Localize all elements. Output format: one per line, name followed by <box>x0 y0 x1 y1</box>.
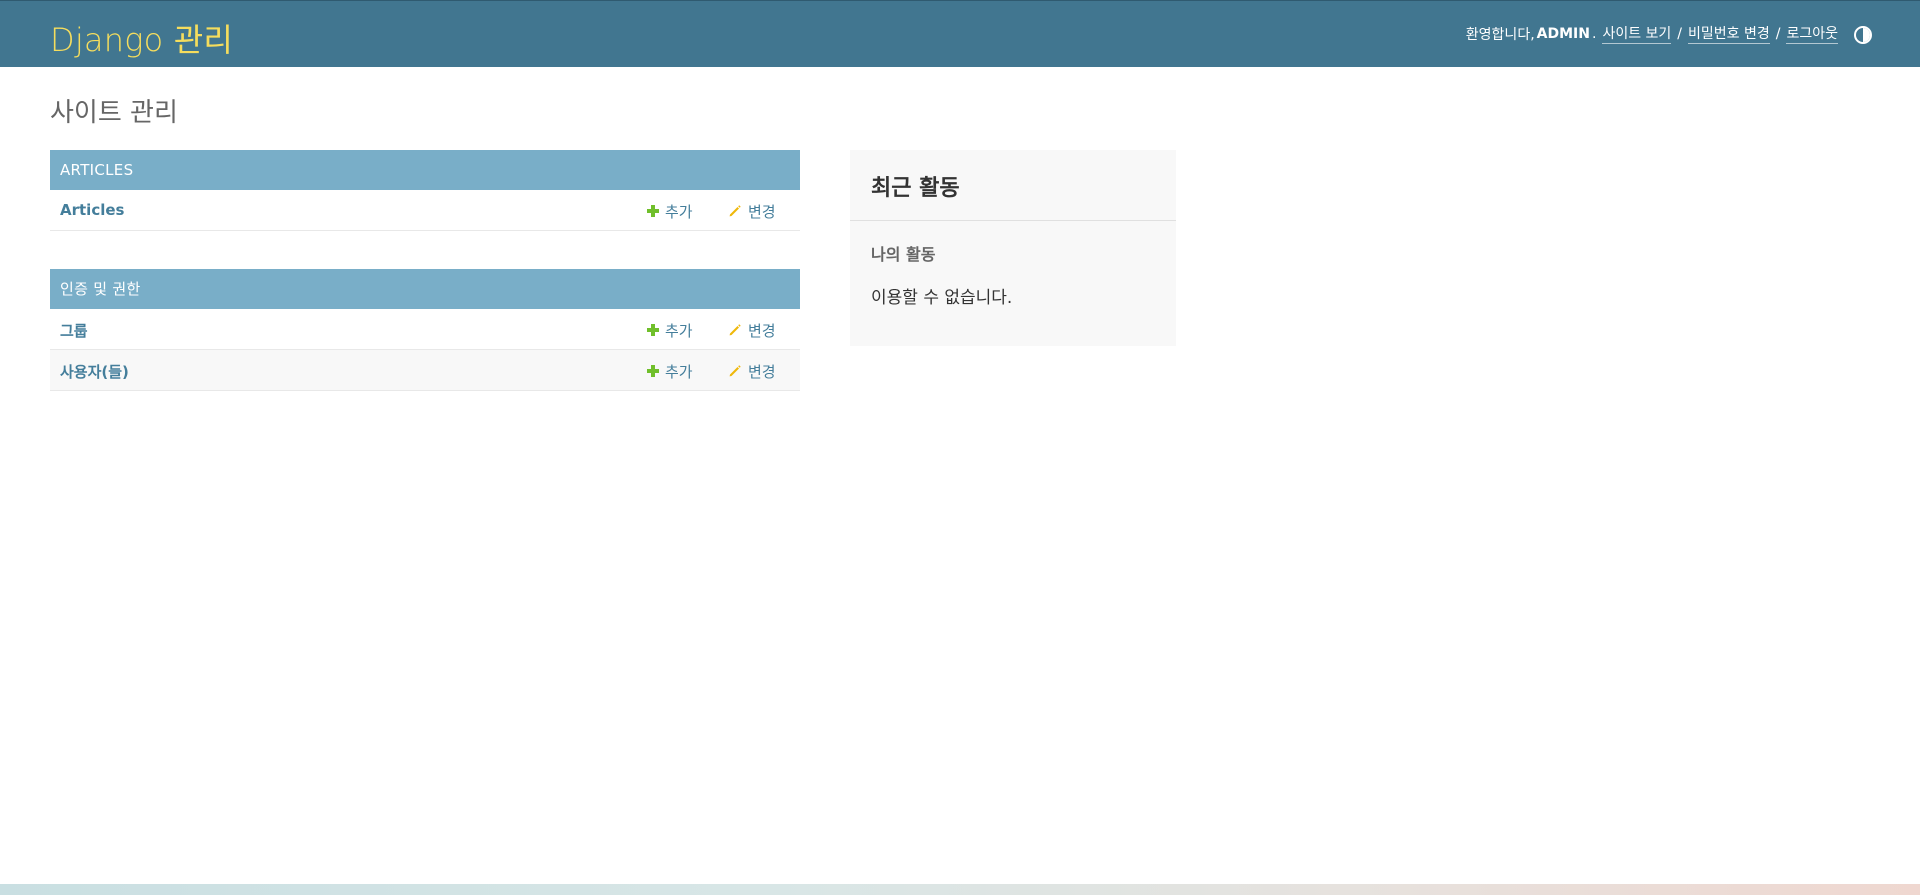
module-caption[interactable]: ARTICLES <box>50 150 800 190</box>
change-password-link[interactable]: 비밀번호 변경 <box>1688 23 1770 44</box>
site-brand[interactable]: Django 관리 <box>50 15 233 61</box>
add-link[interactable]: 추가 <box>647 320 693 341</box>
desktop-strip <box>0 884 1920 895</box>
app-module-auth: 인증 및 권한 그룹 추가 변경 사용자(들) 추가 변경 <box>50 269 800 391</box>
recent-actions-panel: 최근 활동 나의 활동 이용할 수 없습니다. <box>850 150 1176 346</box>
divider <box>850 220 1176 221</box>
model-row-users: 사용자(들) 추가 변경 <box>50 350 800 391</box>
model-link-groups[interactable]: 그룹 <box>60 320 88 341</box>
app-module-articles: ARTICLES Articles 추가 변경 <box>50 150 800 231</box>
username: ADMIN <box>1536 25 1590 42</box>
header: Django 관리 환영합니다, ADMIN . 사이트 보기 / 비밀번호 변… <box>0 0 1920 67</box>
theme-toggle-icon[interactable] <box>1854 26 1872 44</box>
add-label: 추가 <box>665 363 693 381</box>
pencil-icon <box>729 205 741 217</box>
model-link-users[interactable]: 사용자(들) <box>60 361 129 382</box>
change-label: 변경 <box>748 363 776 381</box>
plus-icon <box>647 365 659 377</box>
change-link[interactable]: 변경 <box>728 361 776 382</box>
add-link[interactable]: 추가 <box>647 361 693 382</box>
add-label: 추가 <box>665 322 693 340</box>
model-row-groups: 그룹 추가 변경 <box>50 309 800 350</box>
view-site-link[interactable]: 사이트 보기 <box>1602 23 1672 44</box>
module-caption[interactable]: 인증 및 권한 <box>50 269 800 309</box>
logout-link[interactable]: 로그아웃 <box>1786 23 1838 44</box>
pencil-icon <box>729 324 741 336</box>
separator: / <box>1677 25 1683 42</box>
recent-actions-title: 최근 활동 <box>871 176 960 201</box>
page-title: 사이트 관리 <box>50 98 178 128</box>
change-link[interactable]: 변경 <box>728 201 776 222</box>
my-actions-heading: 나의 활동 <box>871 245 936 264</box>
model-row-articles: Articles 추가 변경 <box>50 190 800 231</box>
welcome-period: . <box>1591 25 1597 42</box>
pencil-icon <box>729 365 741 377</box>
change-link[interactable]: 변경 <box>728 320 776 341</box>
welcome-text: 환영합니다, <box>1465 26 1535 43</box>
change-label: 변경 <box>748 322 776 340</box>
plus-icon <box>647 205 659 217</box>
plus-icon <box>647 324 659 336</box>
add-link[interactable]: 추가 <box>647 201 693 222</box>
model-link-articles[interactable]: Articles <box>60 201 124 219</box>
separator: / <box>1775 25 1781 42</box>
user-tools: 환영합니다, ADMIN . 사이트 보기 / 비밀번호 변경 / 로그아웃 <box>1466 23 1838 44</box>
add-label: 추가 <box>665 203 693 221</box>
no-actions-text: 이용할 수 없습니다. <box>871 288 1013 308</box>
change-label: 변경 <box>748 203 776 221</box>
